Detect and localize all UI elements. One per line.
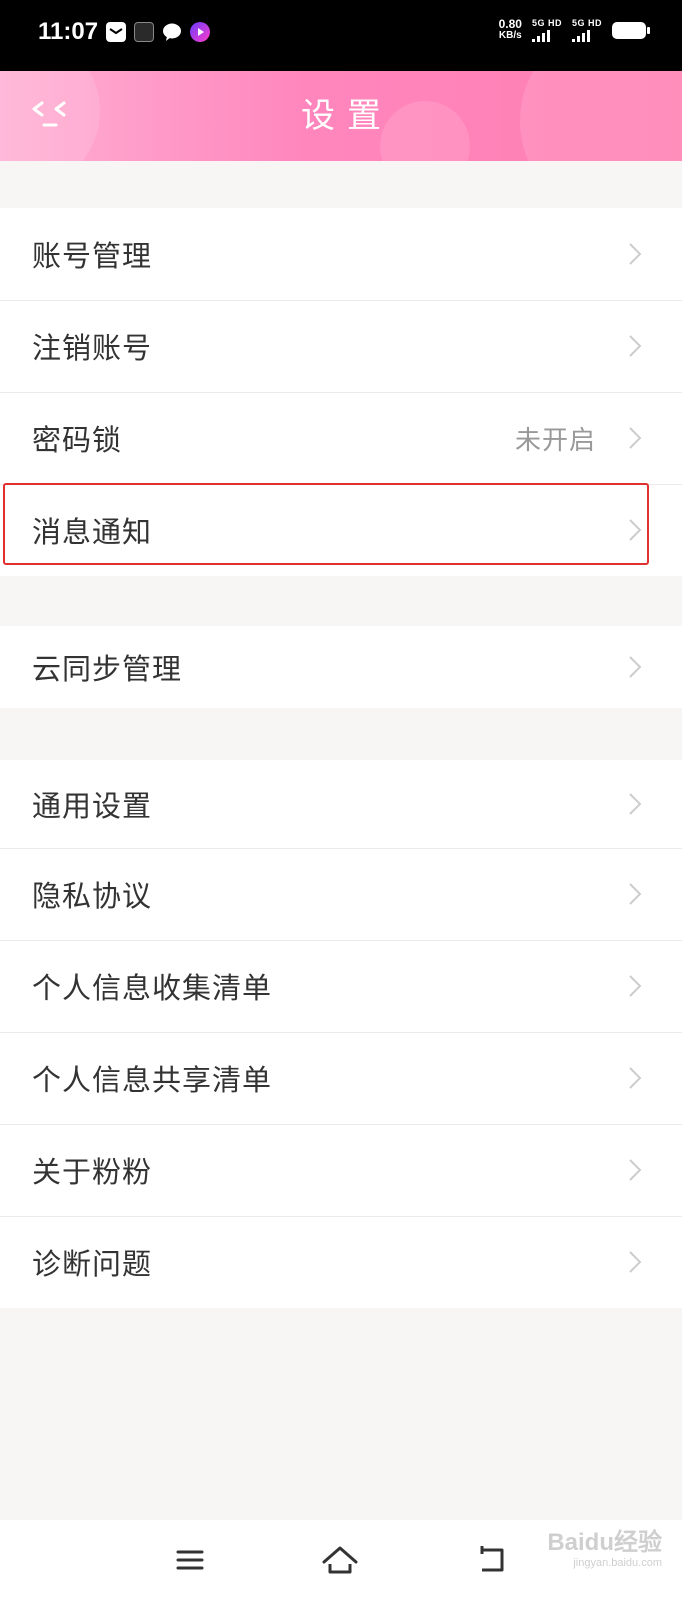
app-icon: [134, 22, 154, 42]
settings-item-label: 关于粉粉: [32, 1155, 153, 1189]
chevron-right-icon: [629, 427, 642, 449]
settings-item-label: 密码锁: [32, 423, 123, 457]
settings-item-label: 注销账号: [32, 331, 153, 365]
menu-button[interactable]: [170, 1540, 210, 1580]
settings-group-general: 通用设置 隐私协议 个人信息收集清单 个人信息共享清单 关于粉粉 诊断问题: [0, 760, 682, 1308]
watermark-subtext: jingyan.baidu.com: [573, 1557, 662, 1569]
watermark: Baidu经验 jingyan.baidu.com: [547, 1522, 662, 1569]
signal-bars-icon: [571, 30, 590, 42]
chevron-right-icon: [629, 656, 642, 678]
chevron-right-icon: [629, 1251, 642, 1273]
settings-item-diagnose[interactable]: 诊断问题: [0, 1216, 682, 1308]
settings-item-account-management[interactable]: 账号管理: [0, 208, 682, 300]
sim2-label: 5G HD: [571, 18, 602, 28]
back-nav-button[interactable]: [472, 1540, 512, 1580]
app-header: 设置: [0, 71, 682, 161]
settings-item-label: 诊断问题: [32, 1247, 153, 1281]
chevron-right-icon: [629, 1067, 642, 1089]
battery-icon: [612, 21, 650, 39]
status-bar: 11:07 0.80 KB/s 5G HD 5G HD: [0, 0, 682, 71]
chat-bubble-icon: [162, 22, 182, 42]
settings-group-account: 账号管理 注销账号 密码锁 未开启 消息通知: [0, 208, 682, 576]
signal-bars-icon: [531, 30, 550, 42]
settings-item-label: 云同步管理: [32, 652, 183, 686]
network-speed-value: 0.80: [498, 17, 522, 31]
chevron-right-icon: [629, 519, 642, 541]
home-icon: [322, 1546, 358, 1574]
menu-icon: [176, 1550, 204, 1570]
settings-item-label: 个人信息共享清单: [32, 1063, 273, 1097]
settings-item-label: 通用设置: [32, 789, 153, 823]
back-nav-icon: [480, 1546, 504, 1572]
settings-item-delete-account[interactable]: 注销账号: [0, 300, 682, 392]
settings-item-personal-info-collection[interactable]: 个人信息收集清单: [0, 940, 682, 1032]
status-right-cluster: 0.80 KB/s 5G HD 5G HD: [499, 18, 650, 42]
settings-item-label: 消息通知: [32, 515, 153, 549]
settings-group-sync: 云同步管理: [0, 626, 682, 708]
status-time: 11:07: [38, 18, 99, 45]
settings-item-privacy-policy[interactable]: 隐私协议: [0, 848, 682, 940]
settings-item-message-notification[interactable]: 消息通知: [0, 484, 682, 576]
video-app-icon: [190, 22, 210, 42]
password-lock-status: 未开启: [514, 425, 596, 456]
chevron-right-icon: [629, 243, 642, 265]
chevron-right-icon: [629, 793, 642, 815]
home-button[interactable]: [320, 1540, 360, 1580]
chevron-right-icon: [629, 975, 642, 997]
settings-list: 账号管理 注销账号 密码锁 未开启 消息通知 云同步管理 通用设置 隐私协议 个…: [0, 208, 682, 1308]
chevron-right-icon: [629, 335, 642, 357]
watermark-text: Baidu经验: [547, 1529, 662, 1556]
settings-item-about[interactable]: 关于粉粉: [0, 1124, 682, 1216]
sim1-label: 5G HD: [531, 18, 562, 28]
mail-icon: [106, 22, 126, 42]
network-speed: 0.80 KB/s: [499, 18, 522, 42]
signal-sim1: 5G HD: [531, 18, 562, 42]
signal-sim2: 5G HD: [571, 18, 602, 42]
settings-item-general[interactable]: 通用设置: [0, 760, 682, 848]
settings-item-label: 隐私协议: [32, 879, 153, 913]
settings-item-password-lock[interactable]: 密码锁 未开启: [0, 392, 682, 484]
chevron-right-icon: [629, 1159, 642, 1181]
settings-item-personal-info-sharing[interactable]: 个人信息共享清单: [0, 1032, 682, 1124]
settings-item-label: 个人信息收集清单: [32, 971, 273, 1005]
settings-item-cloud-sync[interactable]: 云同步管理: [0, 626, 682, 708]
status-notification-icons: [106, 22, 210, 42]
page-title: 设置: [301, 96, 393, 136]
network-speed-unit: KB/s: [498, 30, 522, 41]
chevron-right-icon: [629, 883, 642, 905]
settings-item-label: 账号管理: [32, 239, 153, 273]
